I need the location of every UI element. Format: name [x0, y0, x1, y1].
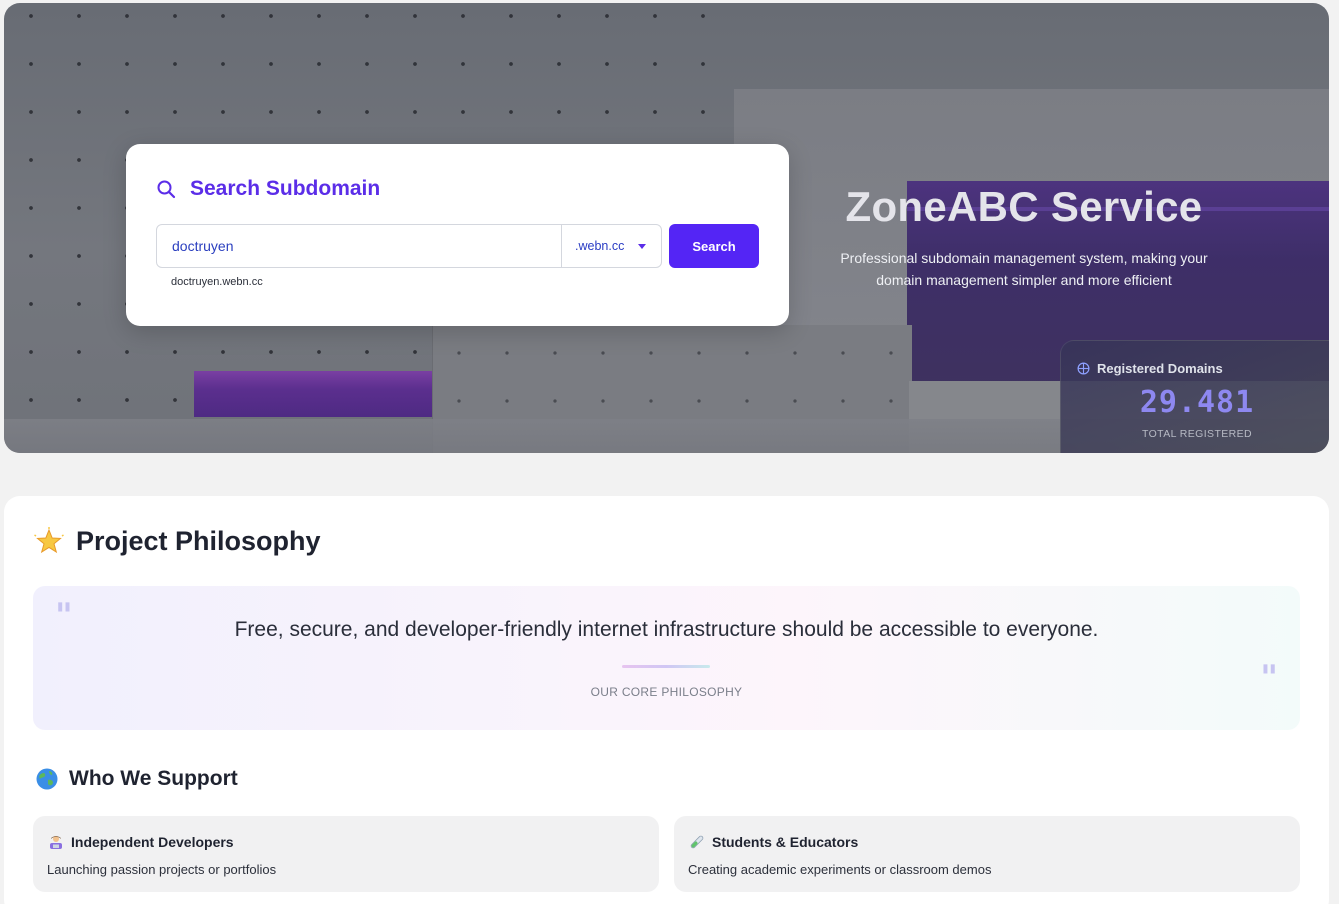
- support-card-students: Students & Educators Creating academic e…: [674, 816, 1300, 892]
- stat-label: Registered Domains: [1077, 361, 1223, 376]
- philosophy-quote: Free, secure, and developer-friendly int…: [234, 618, 1099, 641]
- hero-title: ZoneABC Service: [845, 183, 1203, 230]
- domain-preview: doctruyen.webn.cc: [171, 276, 263, 288]
- support-card-description: Launching passion projects or portfolios: [47, 862, 277, 877]
- close-quote-icon: ": [1260, 658, 1278, 698]
- search-title-text: Search Subdomain: [190, 177, 381, 200]
- info-card: Project Philosophy " Free, secure, and d…: [4, 496, 1329, 904]
- domain-suffix-select[interactable]: .webn.cc: [561, 224, 662, 268]
- support-heading-text: Who We Support: [69, 767, 238, 790]
- subdomain-input[interactable]: [156, 224, 562, 268]
- support-heading: Who We Support: [35, 767, 238, 791]
- technologist-icon: [50, 836, 62, 849]
- stat-caption: TOTAL REGISTERED: [1141, 428, 1253, 440]
- support-card-title: Students & Educators: [689, 834, 858, 850]
- stat-label-text: Registered Domains: [1097, 361, 1223, 376]
- philosophy-heading: Project Philosophy: [34, 526, 321, 557]
- test-tube-icon: [690, 835, 704, 849]
- hero-subtitle-line-2: domain management simpler and more effic…: [876, 272, 1172, 288]
- domain-suffix-value: .webn.cc: [575, 239, 625, 253]
- search-button[interactable]: Search: [669, 224, 759, 268]
- quote-divider: [622, 665, 710, 668]
- support-card-title-text: Independent Developers: [71, 834, 234, 850]
- chevron-down-icon: [638, 244, 646, 249]
- hero-subtitle-line-1: Professional subdomain management system…: [840, 250, 1208, 266]
- registered-domains-card: Registered Domains 29.481 TOTAL REGISTER…: [1060, 340, 1329, 453]
- search-icon: [157, 180, 176, 199]
- support-card-title-text: Students & Educators: [712, 834, 859, 850]
- support-card-title: Independent Developers: [48, 834, 234, 850]
- philosophy-quote-box: " Free, secure, and developer-friendly i…: [33, 586, 1300, 730]
- hero-purple-strip: [194, 371, 432, 417]
- philosophy-caption: OUR CORE PHILOSOPHY: [590, 685, 743, 699]
- philosophy-heading-text: Project Philosophy: [76, 526, 321, 556]
- globe-icon: [1077, 362, 1090, 375]
- support-card-description: Creating academic experiments or classro…: [688, 862, 992, 877]
- stat-value: 29.481: [1139, 385, 1255, 420]
- search-title: Search Subdomain: [156, 177, 380, 201]
- hero-subtitle: Professional subdomain management system…: [824, 247, 1224, 291]
- glowing-star-icon: [34, 526, 64, 553]
- search-form: .webn.cc Search: [156, 224, 759, 268]
- earth-globe-icon: [36, 768, 58, 790]
- search-card: Search Subdomain .webn.cc Search doctruy…: [126, 144, 789, 326]
- support-card-developers: Independent Developers Launching passion…: [33, 816, 659, 892]
- hero-dot-pattern-secondary: [432, 325, 912, 415]
